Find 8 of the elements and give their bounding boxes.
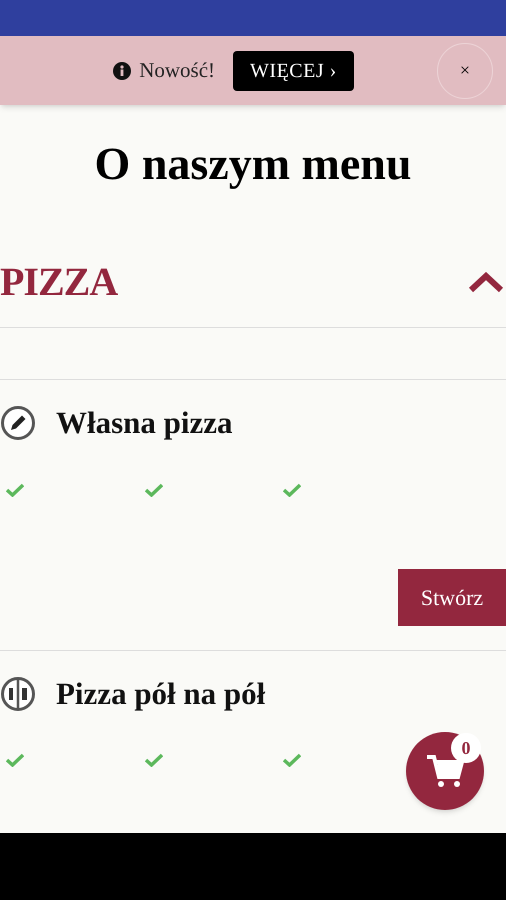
section-header[interactable]: PIZZA [0,236,506,328]
create-button[interactable]: Stwórz [398,568,506,626]
page-title: O naszym menu [94,138,412,190]
close-button[interactable]: × [437,42,493,98]
more-button[interactable]: WIĘCEJ › [233,50,354,90]
notice-text: Nowość! [139,56,216,84]
item-title: Własna pizza [56,404,233,442]
item-title: Pizza pół na pół [56,674,266,713]
